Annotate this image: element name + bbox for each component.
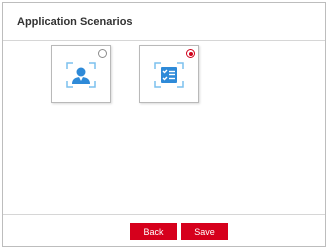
- checklist-icon: [154, 62, 184, 88]
- panel-title: Application Scenarios: [17, 16, 133, 28]
- application-scenarios-panel: Application Scenarios Back Save: [2, 2, 326, 247]
- back-button[interactable]: Back: [130, 223, 177, 240]
- panel-footer: Back Save: [3, 214, 325, 246]
- scenario-card-person[interactable]: [51, 45, 111, 103]
- save-button[interactable]: Save: [181, 223, 228, 240]
- scenario-radio-person[interactable]: [98, 49, 107, 58]
- panel-header: Application Scenarios: [3, 3, 325, 41]
- scenario-card-checklist[interactable]: [139, 45, 199, 103]
- scenario-radio-checklist[interactable]: [186, 49, 195, 58]
- person-capture-icon: [66, 62, 96, 88]
